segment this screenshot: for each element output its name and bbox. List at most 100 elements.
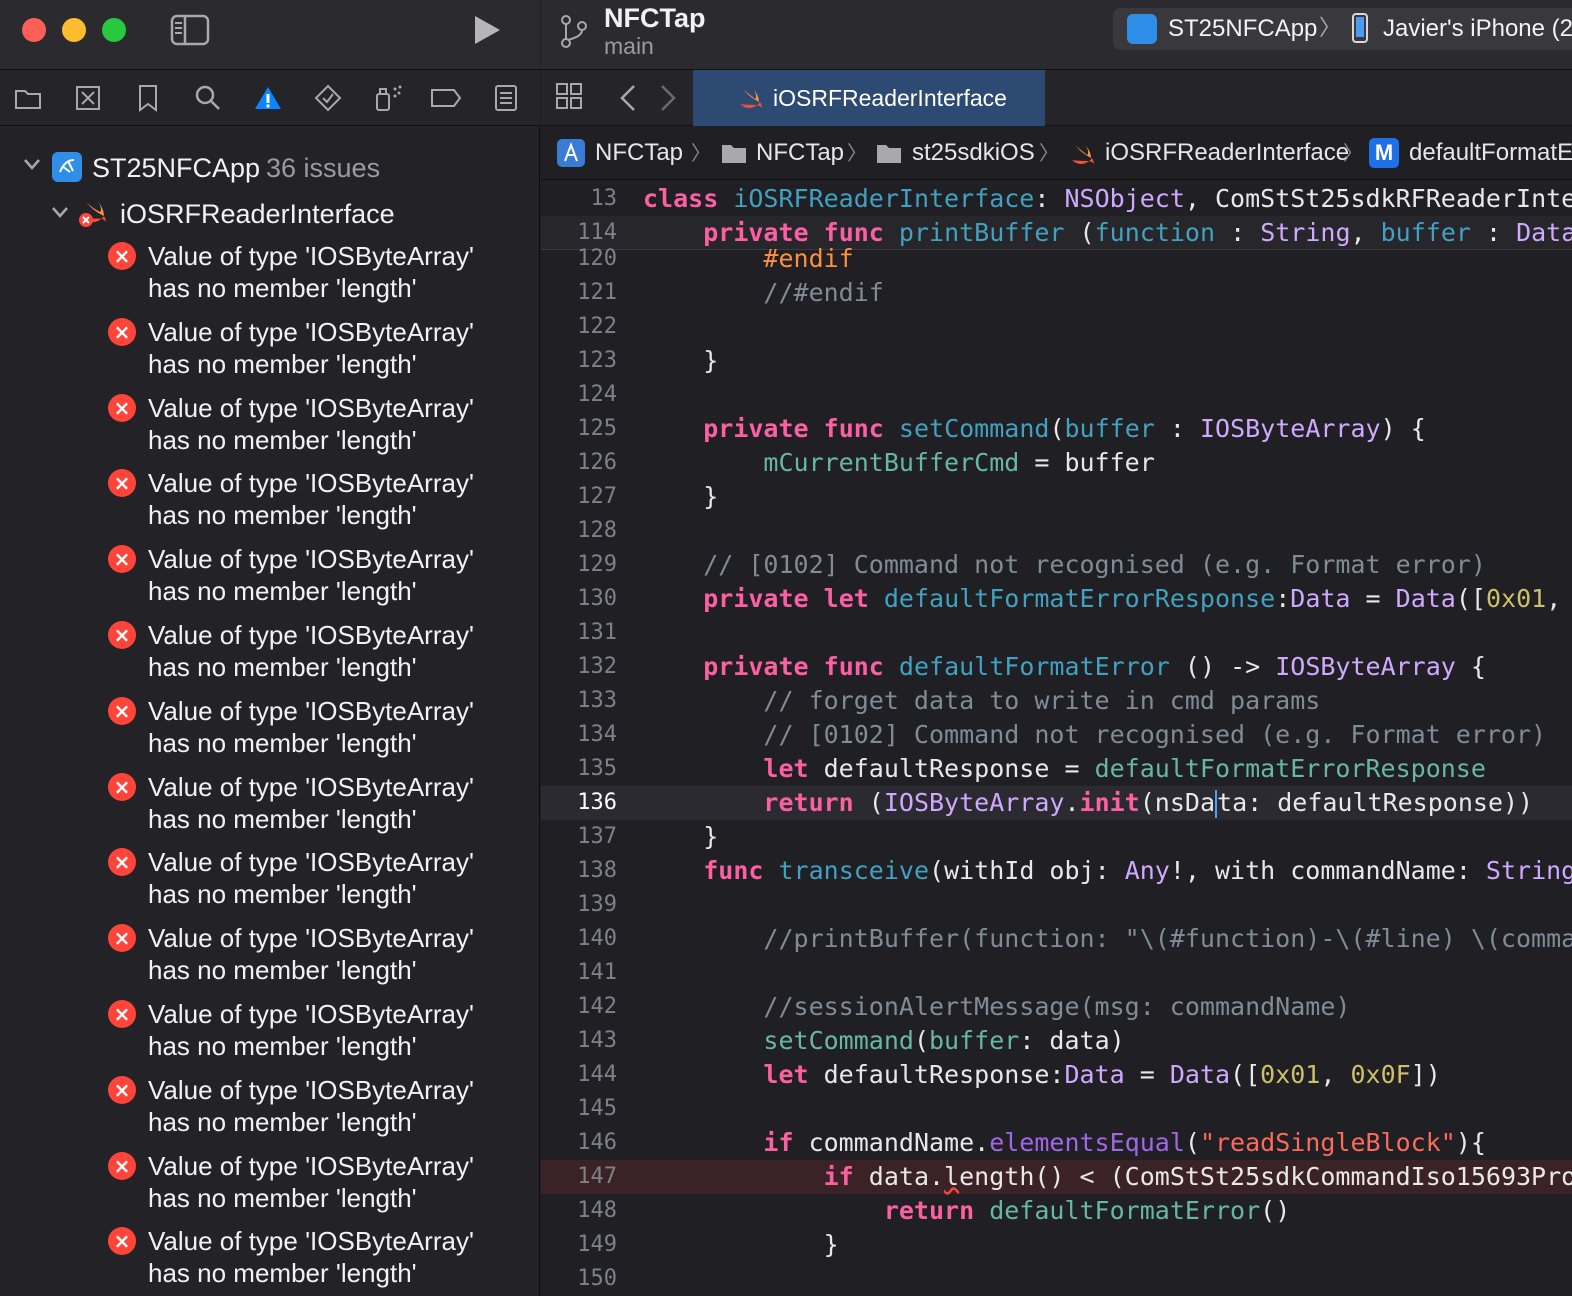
issue-message: Value of type 'IOSByteArray' has no memb… xyxy=(148,620,474,682)
code-line[interactable]: 126 mCurrentBufferCmd = buffer xyxy=(541,446,1572,480)
code-line[interactable]: 139 xyxy=(541,888,1572,922)
line-number: 142 xyxy=(577,994,617,1019)
tab-iosrfreaderinterface[interactable]: iOSRFReaderInterface xyxy=(693,70,1045,126)
zoom-window-button[interactable] xyxy=(102,18,126,42)
line-number: 120 xyxy=(577,246,617,271)
code-line[interactable]: 128 xyxy=(541,514,1572,548)
run-play-icon[interactable] xyxy=(472,14,502,46)
method-m-icon: M xyxy=(1369,138,1399,168)
issue-message: Value of type 'IOSByteArray' has no memb… xyxy=(148,241,474,303)
issue-item[interactable]: × Value of type 'IOSByteArray' has no mem… xyxy=(0,1074,540,1150)
issue-item[interactable]: × Value of type 'IOSByteArray' has no mem… xyxy=(0,316,540,392)
line-number: 148 xyxy=(577,1198,617,1223)
code-text: #endif xyxy=(643,244,854,273)
breadcrumb-group[interactable]: NFCTap xyxy=(756,126,844,179)
code-line[interactable]: 148 return defaultFormatError() xyxy=(541,1194,1572,1228)
breadcrumb-project[interactable]: NFCTap xyxy=(595,126,683,179)
report-navigator-icon[interactable] xyxy=(490,82,522,114)
issue-item[interactable]: × Value of type 'IOSByteArray' has no mem… xyxy=(0,240,540,316)
code-line[interactable]: 141 xyxy=(541,956,1572,990)
chevron-down-icon[interactable] xyxy=(22,156,42,172)
issue-item[interactable]: × Value of type 'IOSByteArray' has no mem… xyxy=(0,392,540,468)
code-line[interactable]: 125 private func setCommand(buffer : IOS… xyxy=(541,412,1572,446)
code-line[interactable]: 129 // [0102] Command not recognised (e.… xyxy=(541,548,1572,582)
breadcrumb-separator: 〉 xyxy=(1343,141,1363,165)
code-line[interactable]: 147 if data.length() < (ComStSt25sdkComm… xyxy=(541,1160,1572,1194)
issue-navigator-warning-icon[interactable] xyxy=(252,82,284,114)
issue-message: Value of type 'IOSByteArray' has no memb… xyxy=(148,468,474,531)
line-number: 122 xyxy=(577,314,617,339)
issue-item[interactable]: × Value of type 'IOSByteArray' has no mem… xyxy=(0,846,540,922)
code-line[interactable]: 146 if commandName.elementsEqual("readSi… xyxy=(541,1126,1572,1160)
code-line[interactable]: 124 xyxy=(541,378,1572,412)
code-line[interactable]: 135 let defaultResponse = defaultFormatE… xyxy=(541,752,1572,786)
code-line[interactable]: 144 let defaultResponse:Data = Data([0x0… xyxy=(541,1058,1572,1092)
line-number: 124 xyxy=(577,382,617,407)
source-control-navigator-icon[interactable] xyxy=(72,82,104,114)
code-line[interactable]: 142 //sessionAlertMessage(msg: commandNa… xyxy=(541,990,1572,1024)
breakpoint-navigator-icon[interactable] xyxy=(430,82,462,114)
code-line[interactable]: 138 func transceive(withId obj: Any!, wi… xyxy=(541,854,1572,888)
line-number: 144 xyxy=(577,1062,617,1087)
scheme-name[interactable]: ST25NFCApp xyxy=(1168,14,1317,44)
breadcrumb-symbol[interactable]: defaultFormatE xyxy=(1409,126,1572,179)
code-line[interactable]: 136 return (IOSByteArray.init(nsData: de… xyxy=(541,786,1572,820)
issue-item[interactable]: × Value of type 'IOSByteArray' has no mem… xyxy=(0,695,540,771)
code-text: if commandName.elementsEqual("readSingle… xyxy=(763,1128,1486,1157)
code-text: } xyxy=(643,482,719,511)
code-line[interactable]: 132 private func defaultFormatError () -… xyxy=(541,650,1572,684)
code-text: // forget data to write in cmd params xyxy=(763,686,1321,715)
file-name: iOSRFReaderInterface xyxy=(120,199,395,229)
line-number: 127 xyxy=(577,484,617,509)
code-line[interactable]: 122 xyxy=(541,310,1572,344)
minimize-window-button[interactable] xyxy=(62,18,86,42)
sticky-header-line[interactable]: 13 class iOSRFReaderInterface: NSObject, … xyxy=(541,182,1572,216)
code-line[interactable]: 131 xyxy=(541,616,1572,650)
code-text: if data.length() < (ComStSt25sdkCommandI… xyxy=(823,1162,1572,1191)
test-navigator-diamond-icon[interactable] xyxy=(312,82,344,114)
bookmark-navigator-icon[interactable] xyxy=(132,82,164,114)
related-items-grid-icon[interactable] xyxy=(555,82,585,112)
code-line[interactable]: 137 } xyxy=(541,820,1572,854)
code-line[interactable]: 121 //#endif xyxy=(541,276,1572,310)
back-chevron-icon[interactable] xyxy=(617,83,639,113)
code-line[interactable]: 120 #endif xyxy=(541,242,1572,276)
forward-chevron-icon[interactable] xyxy=(657,83,679,113)
issue-item[interactable]: × Value of type 'IOSByteArray' has no mem… xyxy=(0,771,540,847)
code-line[interactable]: 127 } xyxy=(541,480,1572,514)
breadcrumb-file[interactable]: iOSRFReaderInterface xyxy=(1105,126,1349,179)
issue-item[interactable]: × Value of type 'IOSByteArray' has no mem… xyxy=(0,1225,540,1296)
code-editor[interactable]: 13 class iOSRFReaderInterface: NSObject, … xyxy=(541,180,1572,1296)
project-navigator-folder-icon[interactable] xyxy=(12,82,44,114)
breadcrumb-subgroup[interactable]: st25sdkiOS xyxy=(912,126,1035,179)
issue-group-project[interactable]: ST25NFCApp 36 issues xyxy=(0,148,540,188)
code-line[interactable]: 145 xyxy=(541,1092,1572,1126)
code-line[interactable]: 150 xyxy=(541,1262,1572,1296)
sidebar-toggle-icon[interactable] xyxy=(170,14,210,46)
issue-item[interactable]: × Value of type 'IOSByteArray' has no mem… xyxy=(0,922,540,998)
issue-item[interactable]: × Value of type 'IOSByteArray' has no mem… xyxy=(0,1150,540,1226)
breadcrumb-separator: 〉 xyxy=(1039,141,1059,165)
issue-item[interactable]: × Value of type 'IOSByteArray' has no mem… xyxy=(0,998,540,1074)
code-line[interactable]: 140 //printBuffer(function: "\(#function… xyxy=(541,922,1572,956)
code-line[interactable]: 143 setCommand(buffer: data) xyxy=(541,1024,1572,1058)
code-line[interactable]: 130 private let defaultFormatErrorRespon… xyxy=(541,582,1572,616)
issue-item[interactable]: × Value of type 'IOSByteArray' has no mem… xyxy=(0,543,540,619)
chevron-down-icon[interactable] xyxy=(50,204,70,220)
line-number: 130 xyxy=(577,586,617,611)
issue-item[interactable]: × Value of type 'IOSByteArray' has no mem… xyxy=(0,619,540,695)
close-window-button[interactable] xyxy=(22,18,46,42)
navigator-tab-bar xyxy=(0,70,540,126)
code-line[interactable]: 133 // forget data to write in cmd param… xyxy=(541,684,1572,718)
code-line[interactable]: 149 } xyxy=(541,1228,1572,1262)
issue-group-file[interactable]: iOSRFReaderInterface xyxy=(0,192,540,232)
device-name[interactable]: Javier's iPhone (2 xyxy=(1383,14,1572,44)
error-icon: × xyxy=(108,924,136,953)
code-text: class iOSRFReaderInterface: NSObject, Co… xyxy=(643,184,1572,213)
find-navigator-search-icon[interactable] xyxy=(192,82,224,114)
code-line[interactable]: 123 } xyxy=(541,344,1572,378)
code-line[interactable]: 134 // [0102] Command not recognised (e.… xyxy=(541,718,1572,752)
scheme-selector[interactable]: ST25NFCApp 〉 Javier's iPhone (2 xyxy=(1113,8,1572,50)
issue-item[interactable]: × Value of type 'IOSByteArray' has no mem… xyxy=(0,467,540,543)
debug-navigator-spray-icon[interactable] xyxy=(372,82,404,114)
